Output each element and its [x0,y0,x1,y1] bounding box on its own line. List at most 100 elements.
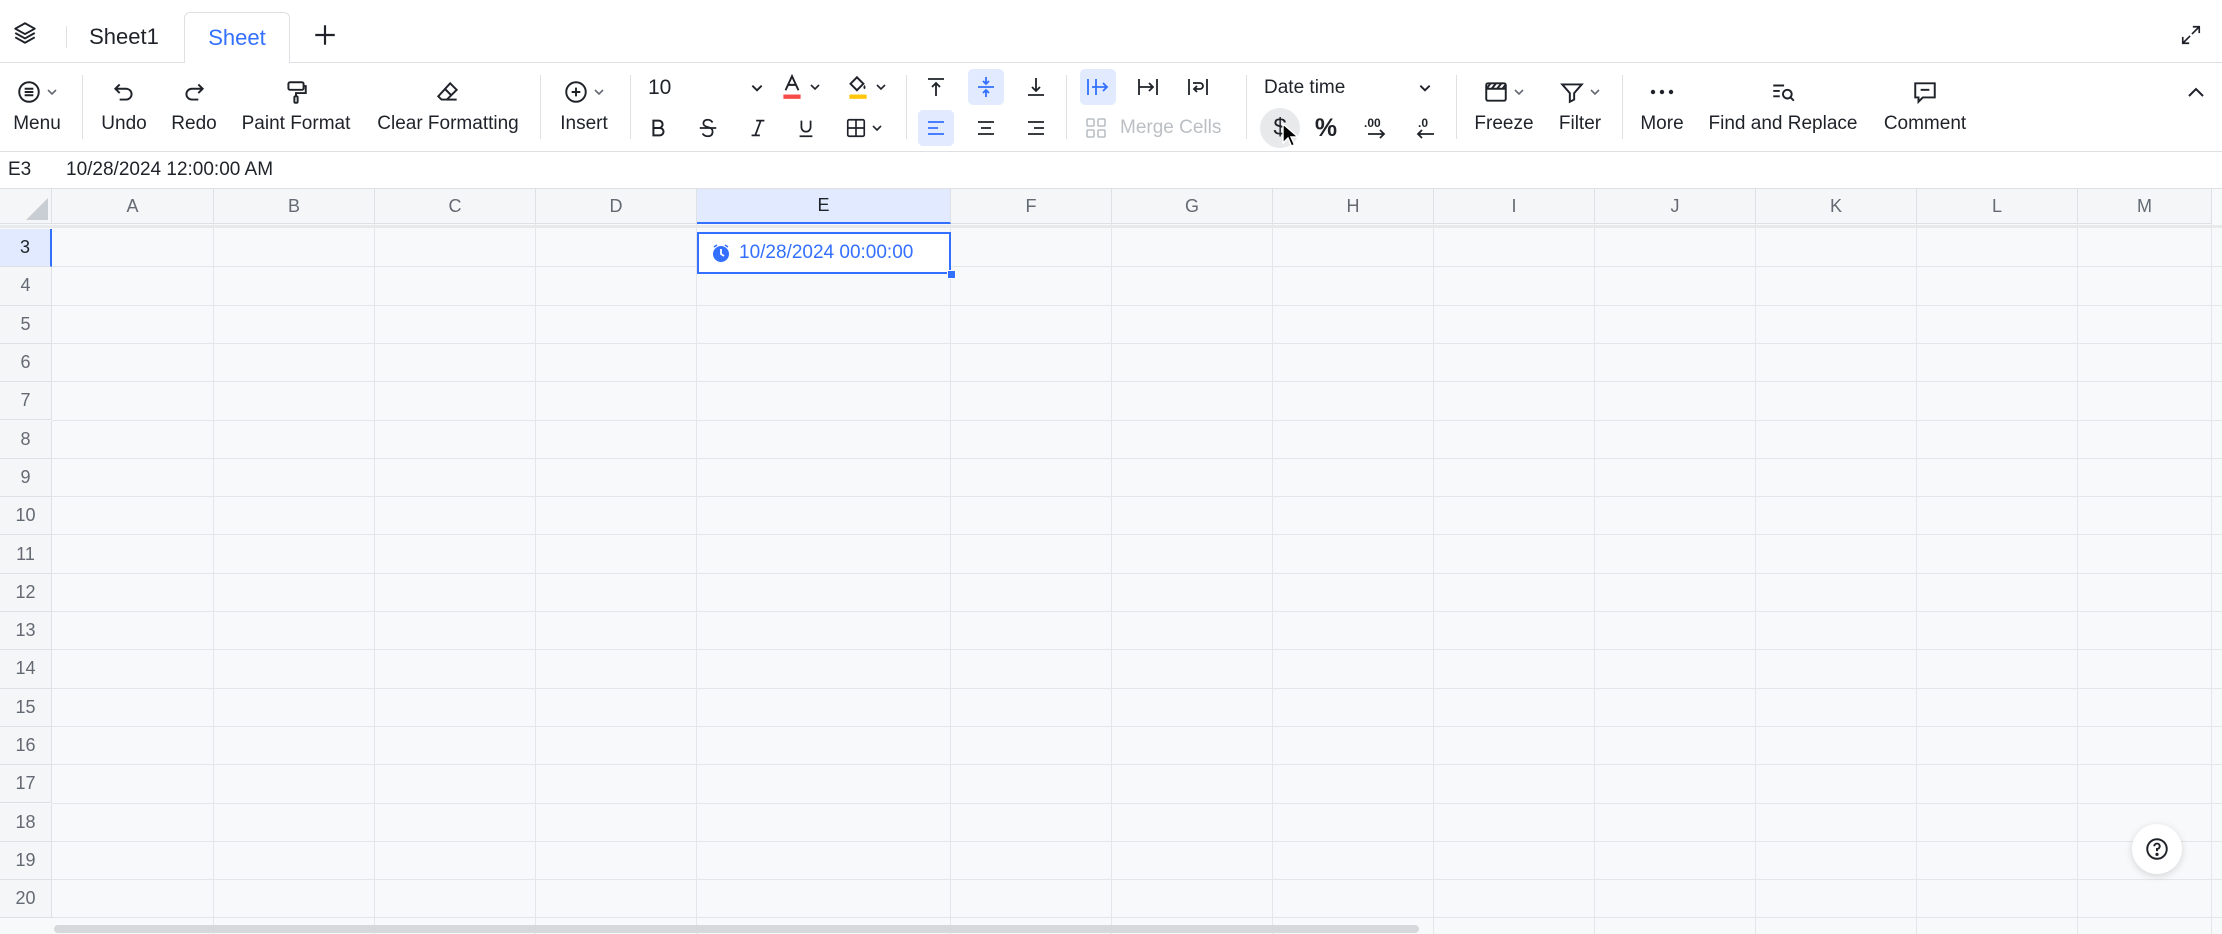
merge-cells-button[interactable]: Merge Cells [1084,113,1221,143]
row-header-19[interactable]: 19 [0,841,52,881]
tab-sheet1[interactable]: Sheet1 [72,12,176,62]
column-header-i[interactable]: I [1434,189,1595,224]
selected-cell-e3[interactable]: 10/28/2024 00:00:00 [697,232,951,274]
formula-input[interactable]: 10/28/2024 12:00:00 AM [66,159,273,181]
column-header-e[interactable]: E [697,189,951,224]
row-header-14[interactable]: 14 [0,650,52,689]
grid-row-line [52,342,2222,344]
paint-format-button[interactable]: Paint Format [238,75,354,135]
text-wrap-button[interactable] [1180,69,1216,105]
row-header-9[interactable]: 9 [0,458,52,498]
paint-format-label: Paint Format [241,113,351,134]
grid-row-line [52,917,2222,919]
row-header-15[interactable]: 15 [0,688,52,727]
row-header-5[interactable]: 5 [0,305,52,344]
freeze-button[interactable]: Freeze [1472,75,1536,135]
align-middle-button[interactable] [968,69,1004,105]
font-size-select[interactable]: 10 [648,73,764,103]
borders-button[interactable] [836,110,892,146]
underline-button[interactable] [788,110,824,146]
row-header-3[interactable]: 3 [0,229,52,268]
bold-button[interactable] [640,110,676,146]
comment-button[interactable]: Comment [1880,75,1970,135]
collapse-toolbar-button[interactable] [2178,75,2214,111]
column-header-c[interactable]: C [375,189,536,224]
row-header-11[interactable]: 11 [0,535,52,574]
row-header-12[interactable]: 12 [0,573,52,612]
row-header-17[interactable]: 17 [0,765,52,804]
column-header-b[interactable]: B [214,189,375,224]
grid-row-line [52,649,2222,651]
align-top-button[interactable] [918,69,954,105]
column-header-f[interactable]: F [951,189,1112,224]
column-header-a[interactable]: A [52,189,214,224]
more-button[interactable]: More [1638,75,1686,135]
decrease-decimal-icon: .0 [1416,116,1434,139]
row-header-8[interactable]: 8 [0,420,52,459]
cell-reference[interactable]: E3 [8,159,31,181]
column-header-g[interactable]: G [1112,189,1273,224]
percent-format-button[interactable]: % [1308,110,1344,146]
fill-color-button[interactable] [838,69,894,105]
help-icon [2146,838,2168,860]
mouse-cursor-icon [1282,123,1300,149]
tab-sheet[interactable]: Sheet [184,12,290,64]
comment-icon [1914,82,1936,105]
redo-button[interactable]: Redo [168,75,220,135]
strikethrough-button[interactable] [690,110,726,146]
undo-label: Undo [101,113,147,134]
help-button[interactable] [2132,824,2182,874]
grid-column-line [213,224,214,934]
column-header-m[interactable]: M [2078,189,2212,224]
toolbar-divider [906,75,907,139]
row-header-4[interactable]: 4 [0,267,52,306]
find-replace-button[interactable]: Find and Replace [1708,75,1858,135]
spreadsheet-grid[interactable]: ABCDEFGHIJKLM 3 4 5 6 7 8 9 10 11 12 13 14 15 16 17 18 1… [0,189,2222,934]
filter-button[interactable]: Filter [1556,75,1604,135]
column-header-k[interactable]: K [1756,189,1917,224]
increase-decimal-button[interactable]: .00 [1358,110,1394,146]
horizontal-scrollbar[interactable] [54,925,1419,933]
align-center-icon [978,121,994,135]
align-bottom-button[interactable] [1018,69,1054,105]
toolbar-divider [630,75,631,139]
sheet-list-icon[interactable] [8,16,42,50]
toolbar-divider [1622,75,1623,139]
row-header-13[interactable]: 13 [0,612,52,651]
column-header-l[interactable]: L [1917,189,2078,224]
italic-button[interactable] [740,110,776,146]
row-header-7[interactable]: 7 [0,382,52,421]
row-header-16[interactable]: 16 [0,726,52,766]
column-header-j[interactable]: J [1595,189,1756,224]
toolbar-divider [540,75,541,139]
grid-column-line [1433,224,1434,934]
font-size-value: 10 [648,76,672,99]
number-format-select[interactable]: Date time [1264,73,1432,103]
insert-button[interactable]: Insert [554,75,614,135]
undo-button[interactable]: Undo [98,75,150,135]
increase-decimal-icon: .00 [1364,116,1386,139]
column-header-h[interactable]: H [1273,189,1434,224]
text-overflow-button[interactable] [1080,69,1116,105]
select-all-corner[interactable] [0,189,52,224]
align-left-button[interactable] [918,110,954,146]
text-clip-button[interactable] [1130,69,1166,105]
align-center-button[interactable] [968,110,1004,146]
grid-column-line [1111,224,1112,934]
decrease-decimal-button[interactable]: .0 [1408,110,1444,146]
row-header-6[interactable]: 6 [0,343,52,383]
chevron-down-icon [751,85,763,92]
row-header-20[interactable]: 20 [0,880,52,919]
align-top-icon [928,78,944,96]
fill-handle[interactable] [947,270,956,279]
font-color-button[interactable] [772,69,828,105]
column-header-d[interactable]: D [536,189,697,224]
row-header-10[interactable]: 10 [0,497,52,536]
more-label: More [1640,113,1684,134]
clear-formatting-button[interactable]: Clear Formatting [374,75,522,135]
align-right-button[interactable] [1018,110,1054,146]
menu-button[interactable]: Menu [10,75,64,135]
add-sheet-icon[interactable] [308,18,342,52]
expand-icon[interactable] [2176,20,2206,50]
row-header-18[interactable]: 18 [0,803,52,842]
